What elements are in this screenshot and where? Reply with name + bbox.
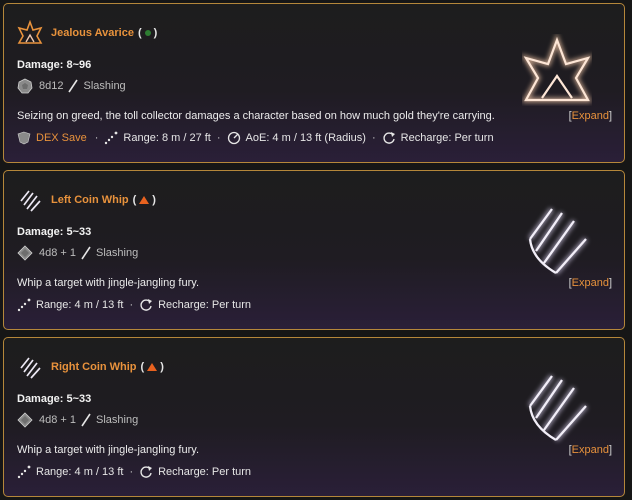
damage-type: Slashing	[96, 247, 139, 259]
d12-die-icon	[17, 78, 33, 94]
range-value: Range: 4 m / 13 ft	[36, 466, 124, 478]
dice-value: 4d8 + 1	[39, 247, 77, 259]
slashing-icon	[81, 413, 91, 427]
card-title: Left Coin Whip	[51, 194, 129, 206]
title-paren-group: ()	[133, 194, 156, 206]
action-card-left-coin-whip: Left Coin Whip () Damage: 5~33 4d8 + 1 S…	[3, 170, 625, 330]
damage-range: Damage: 5~33	[17, 393, 92, 405]
crown-flame-icon	[17, 20, 43, 44]
paren-close: )	[160, 361, 164, 373]
claw-slash-icon	[20, 357, 41, 379]
title-paren-group: ()	[138, 27, 157, 39]
card-description: Seizing on greed, the toll collector dam…	[17, 110, 495, 122]
recharge-icon	[383, 132, 395, 144]
save-label: DEX Save	[36, 132, 87, 144]
claw-slash-icon	[527, 207, 588, 275]
separator: ·	[94, 132, 99, 144]
card-title-row: Left Coin Whip ()	[17, 187, 156, 213]
range-icon	[17, 465, 31, 479]
damage-type: Slashing	[96, 414, 139, 426]
action-card-right-coin-whip: Right Coin Whip () Damage: 5~33 4d8 + 1 …	[3, 337, 625, 497]
action-card-jealous-avarice: Jealous Avarice () Damage: 8~96 8d12 Sla…	[3, 3, 625, 163]
slashing-icon	[81, 246, 91, 260]
paren-open: (	[137, 27, 142, 39]
damage-type: Slashing	[83, 80, 126, 92]
green-dot-icon	[144, 30, 151, 37]
separator: ·	[216, 132, 221, 144]
recharge-value: Recharge: Per turn	[158, 299, 252, 311]
card-description: Whip a target with jingle-jangling fury.	[17, 277, 199, 289]
recharge-value: Recharge: Per turn	[158, 466, 252, 478]
d8-die-icon	[17, 412, 33, 428]
title-paren-group: ()	[141, 361, 164, 373]
damage-range: Damage: 5~33	[17, 226, 92, 238]
d8-die-icon	[17, 245, 33, 261]
warning-triangle-icon	[147, 363, 158, 372]
shield-icon	[17, 131, 31, 145]
slashing-icon	[68, 79, 79, 93]
card-title-row: Right Coin Whip ()	[17, 354, 164, 380]
separator: ·	[129, 299, 134, 311]
damage-range: Damage: 8~96	[17, 59, 92, 71]
separator: ·	[371, 132, 376, 144]
dice-row: 4d8 + 1 Slashing	[17, 412, 138, 428]
card-description: Whip a target with jingle-jangling fury.	[17, 444, 199, 456]
paren-open: (	[132, 194, 137, 206]
dice-row: 4d8 + 1 Slashing	[17, 245, 138, 261]
paren-open: (	[140, 361, 145, 373]
separator: ·	[129, 466, 134, 478]
recharge-value: Recharge: Per turn	[400, 132, 494, 144]
range-icon	[105, 131, 118, 145]
range-value: Range: 4 m / 13 ft	[36, 299, 124, 311]
card-title: Jealous Avarice	[51, 27, 134, 39]
card-title: Right Coin Whip	[51, 361, 137, 373]
stats-row: DEX Save · Range: 8 m / 27 ft · AoE: 4 m…	[17, 131, 494, 145]
paren-close: )	[153, 27, 158, 39]
crown-flame-icon	[522, 34, 592, 103]
aoe-value: AoE: 4 m / 13 ft (Radius)	[245, 132, 366, 144]
dice-row: 8d12 Slashing	[17, 78, 126, 94]
range-icon	[17, 298, 31, 312]
stats-row: Range: 4 m / 13 ft · Recharge: Per turn	[17, 465, 251, 479]
claw-slash-icon	[20, 190, 41, 212]
card-title-row: Jealous Avarice ()	[17, 20, 157, 46]
dice-value: 4d8 + 1	[39, 414, 77, 426]
stats-row: Range: 4 m / 13 ft · Recharge: Per turn	[17, 298, 251, 312]
range-value: Range: 8 m / 27 ft	[123, 132, 211, 144]
dice-value: 8d12	[39, 80, 64, 92]
recharge-icon	[140, 299, 153, 311]
warning-triangle-icon	[139, 196, 150, 205]
claw-slash-icon	[527, 374, 588, 442]
aoe-icon	[227, 131, 240, 145]
paren-close: )	[152, 194, 156, 206]
recharge-icon	[140, 466, 153, 478]
